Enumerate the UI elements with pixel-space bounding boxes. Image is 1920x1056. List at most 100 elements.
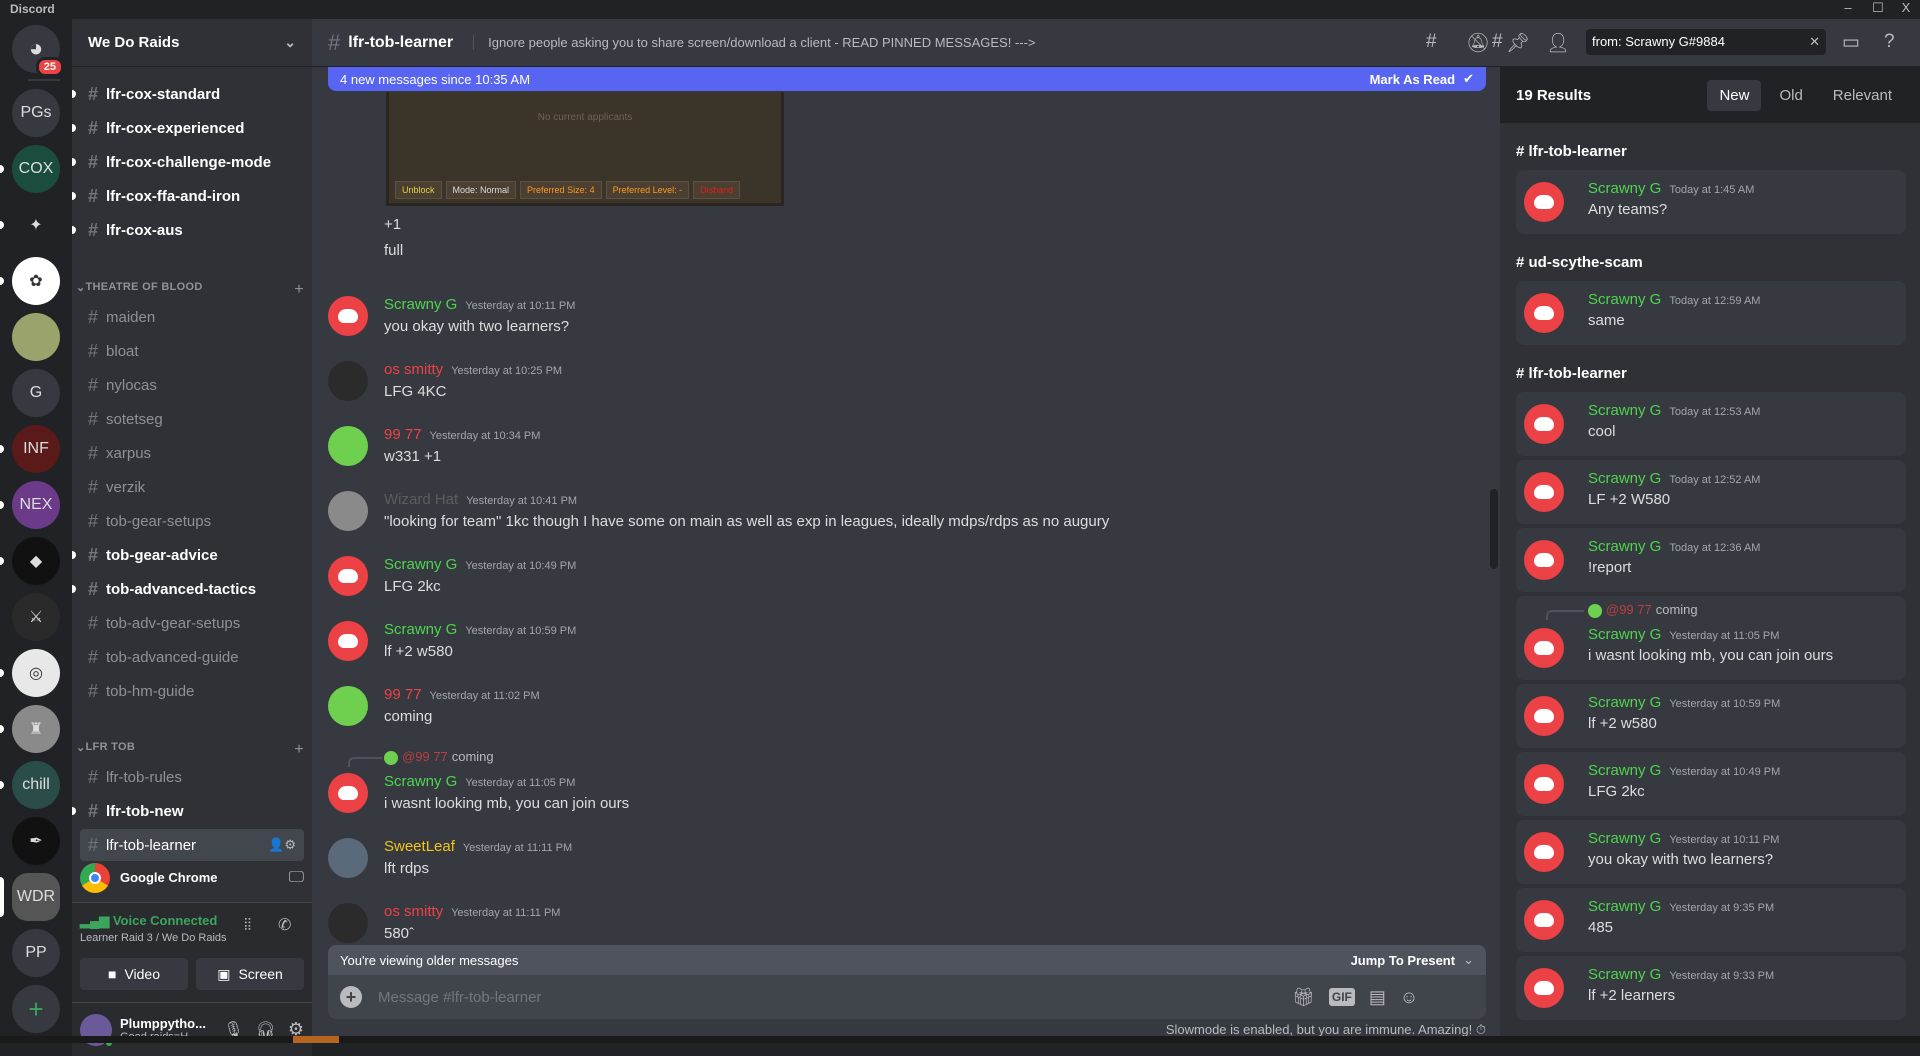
disconnect-icon[interactable]: ✆: [278, 915, 291, 935]
channel-lfr-tob-new[interactable]: # lfr-tob-new: [72, 795, 304, 827]
channel-lfr-tob-rules[interactable]: # lfr-tob-rules: [80, 761, 304, 793]
search-input[interactable]: from: Scrawny G#9884 ✕: [1586, 29, 1826, 55]
server-icon[interactable]: ✦: [12, 201, 60, 249]
author-name[interactable]: Wizard Hat: [384, 491, 458, 508]
server-icon[interactable]: NEX: [12, 481, 60, 529]
author-name[interactable]: Scrawny G: [1588, 180, 1661, 197]
channel-tob-gear-setups[interactable]: # tob-gear-setups: [80, 505, 304, 537]
add-channel-icon[interactable]: +: [294, 741, 304, 759]
avatar[interactable]: [328, 361, 368, 401]
channel-lfr-cox-aus[interactable]: # lfr-cox-aus: [72, 214, 304, 246]
pin-icon[interactable]: 📌︎: [1506, 31, 1530, 55]
channel-tob-gear-advice[interactable]: # tob-gear-advice: [72, 539, 304, 571]
author-name[interactable]: Scrawny G: [1588, 538, 1661, 555]
sort-tab-new[interactable]: New: [1707, 79, 1762, 111]
avatar[interactable]: [328, 426, 368, 466]
search-result[interactable]: Scrawny G Yesterday at 10:49 PM LFG 2kc: [1516, 752, 1906, 816]
server-icon[interactable]: PGs: [12, 89, 60, 137]
threads-icon[interactable]: #: [1426, 31, 1437, 53]
category-header[interactable]: ⌄ THEATRE OF BLOOD +: [76, 281, 308, 299]
inbox-icon[interactable]: ▭: [1842, 31, 1860, 54]
search-result[interactable]: Scrawny G Yesterday at 9:33 PM lf +2 learn…: [1516, 956, 1906, 1020]
noise-suppression-icon[interactable]: ⦙⦙: [244, 917, 251, 935]
author-name[interactable]: os smitty: [384, 361, 443, 378]
invite-settings-icons[interactable]: 👤⚙: [268, 837, 296, 853]
result-channel-header[interactable]: # lfr-tob-learner: [1516, 365, 1906, 382]
author-name[interactable]: Scrawny G: [384, 556, 457, 573]
channel-verzik[interactable]: # verzik: [80, 471, 304, 503]
author-name[interactable]: Scrawny G: [1588, 966, 1661, 983]
voice-location[interactable]: Learner Raid 3 / We Do Raids: [80, 932, 227, 944]
author-name[interactable]: Scrawny G: [1588, 402, 1661, 419]
screen-button[interactable]: ▣ Screen: [196, 958, 304, 990]
clear-search-icon[interactable]: ✕: [1809, 34, 1820, 50]
jump-to-present-button[interactable]: Jump To Present: [1351, 953, 1456, 968]
sort-tab-relevant[interactable]: Relevant: [1821, 80, 1904, 111]
author-name[interactable]: Scrawny G: [1588, 762, 1661, 779]
threads-icon[interactable]: #: [1492, 31, 1503, 53]
minimize-button[interactable]: –: [1836, 0, 1860, 15]
channel-lfr-cox-experienced[interactable]: # lfr-cox-experienced: [72, 112, 304, 144]
author-name[interactable]: Scrawny G: [1588, 830, 1661, 847]
author-name[interactable]: Scrawny G: [1588, 291, 1661, 308]
video-button[interactable]: ■ Video: [80, 958, 188, 990]
channel-nylocas[interactable]: # nylocas: [80, 369, 304, 401]
member-list-icon[interactable]: 👤︎: [1546, 31, 1570, 55]
channel-xarpus[interactable]: # xarpus: [80, 437, 304, 469]
author-name[interactable]: Scrawny G: [384, 621, 457, 638]
avatar[interactable]: [328, 773, 368, 813]
notifications-muted-icon[interactable]: 🔕︎: [1466, 31, 1490, 55]
avatar[interactable]: [328, 686, 368, 726]
emoji-icon[interactable]: ☺: [1400, 987, 1418, 1008]
search-result[interactable]: Scrawny G Today at 1:45 AM Any teams?: [1516, 170, 1906, 234]
search-result[interactable]: Scrawny G Yesterday at 10:11 PM you okay w…: [1516, 820, 1906, 884]
add-channel-icon[interactable]: +: [294, 281, 304, 299]
channel-lfr-cox-challenge-mode[interactable]: # lfr-cox-challenge-mode: [72, 146, 304, 178]
search-result[interactable]: Scrawny G Today at 12:59 AM same: [1516, 281, 1906, 345]
server-icon[interactable]: chill: [12, 761, 60, 809]
server-icon[interactable]: ⚔: [12, 593, 60, 641]
avatar[interactable]: [328, 621, 368, 661]
author-name[interactable]: Scrawny G: [384, 296, 457, 313]
author-name[interactable]: Scrawny G: [384, 773, 457, 790]
channel-tob-advanced-tactics[interactable]: # tob-advanced-tactics: [72, 573, 304, 605]
channel-sotetseg[interactable]: # sotetseg: [80, 403, 304, 435]
avatar[interactable]: [1524, 540, 1564, 580]
channel-lfr-cox-standard[interactable]: # lfr-cox-standard: [72, 78, 304, 110]
avatar[interactable]: [1524, 900, 1564, 940]
server-icon[interactable]: INF: [12, 425, 60, 473]
avatar[interactable]: [328, 903, 368, 943]
server-icon[interactable]: G: [12, 369, 60, 417]
category-header[interactable]: ⌄ LFR TOB +: [76, 741, 308, 759]
server-icon[interactable]: ◎: [12, 649, 60, 697]
channel-maiden[interactable]: # maiden: [80, 301, 304, 333]
image-attachment[interactable]: No current applicants Unblock Mode: Norma…: [386, 92, 784, 206]
result-channel-header[interactable]: # lfr-tob-learner: [1516, 143, 1906, 160]
avatar[interactable]: [1524, 696, 1564, 736]
help-icon[interactable]: ?: [1884, 31, 1895, 53]
server-icon[interactable]: WDR: [12, 873, 60, 921]
taskbar-active-app[interactable]: [293, 1036, 339, 1043]
mark-as-read-button[interactable]: Mark As Read: [1370, 72, 1456, 87]
author-name[interactable]: Scrawny G: [1588, 470, 1661, 487]
channel-lfr-cox-ffa-and-iron[interactable]: # lfr-cox-ffa-and-iron: [72, 180, 304, 212]
server-icon[interactable]: PP: [12, 929, 60, 977]
avatar[interactable]: [328, 838, 368, 878]
gift-icon[interactable]: 🎁︎: [1292, 987, 1315, 1008]
reply-preview[interactable]: @99 77 coming: [1588, 602, 1698, 618]
channel-bloat[interactable]: # bloat: [80, 335, 304, 367]
author-name[interactable]: 99 77: [384, 686, 422, 703]
avatar[interactable]: [328, 556, 368, 596]
search-result[interactable]: @99 77 coming Scrawny G Yesterday at 11:05 …: [1516, 596, 1906, 680]
search-result[interactable]: Scrawny G Today at 12:53 AM cool: [1516, 392, 1906, 456]
server-icon[interactable]: [12, 313, 60, 361]
voice-status[interactable]: Voice Connected: [113, 913, 218, 928]
stream-icon[interactable]: 🖵: [289, 869, 304, 887]
result-channel-header[interactable]: # ud-scythe-scam: [1516, 254, 1906, 271]
search-result[interactable]: Scrawny G Yesterday at 9:35 PM 485: [1516, 888, 1906, 952]
search-result[interactable]: Scrawny G Today at 12:52 AM LF +2 W580: [1516, 460, 1906, 524]
author-name[interactable]: SweetLeaf: [384, 838, 455, 855]
channel-tob-adv-gear-setups[interactable]: # tob-adv-gear-setups: [80, 607, 304, 639]
avatar[interactable]: [1524, 404, 1564, 444]
server-icon[interactable]: ✒: [12, 817, 60, 865]
